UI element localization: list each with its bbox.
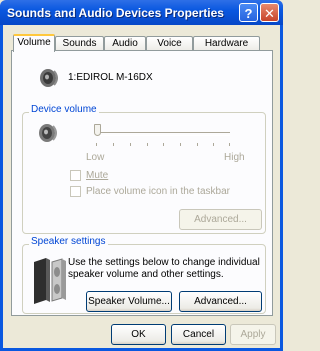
title-bar[interactable]: Sounds and Audio Devices Properties ? ✕ xyxy=(0,0,283,25)
device-name: 1:EDIROL M-16DX xyxy=(68,72,153,83)
ok-button[interactable]: OK xyxy=(111,324,166,345)
help-button[interactable]: ? xyxy=(239,3,258,22)
volume-slider-thumb[interactable] xyxy=(94,124,101,136)
speaker-advanced-button[interactable]: Advanced... xyxy=(179,291,262,312)
mute-label: Mute xyxy=(86,170,109,181)
mute-checkbox[interactable] xyxy=(70,170,81,181)
speaker-settings-label: Speaker settings xyxy=(29,236,108,247)
speaker-settings-description: Use the settings below to change individ… xyxy=(68,257,260,280)
tab-voice[interactable]: Voice xyxy=(146,36,193,51)
slider-tick xyxy=(147,143,148,146)
speakers-icon xyxy=(34,258,66,304)
slider-tick xyxy=(197,143,198,146)
slider-tick xyxy=(163,143,164,146)
close-button[interactable]: ✕ xyxy=(260,3,279,22)
device-volume-label: Device volume xyxy=(29,104,99,115)
volume-slider-track[interactable] xyxy=(96,132,230,136)
tab-audio[interactable]: Audio xyxy=(104,36,146,51)
speaker-icon xyxy=(40,69,58,87)
slider-tick xyxy=(113,143,114,146)
taskbar-icon-label: Place volume icon in the taskbar xyxy=(86,186,230,197)
speaker-volume-button[interactable]: Speaker Volume... xyxy=(86,291,172,312)
slider-tick xyxy=(213,143,214,146)
tab-hardware[interactable]: Hardware xyxy=(193,36,260,51)
volume-high-label: High xyxy=(224,152,245,163)
device-advanced-button[interactable]: Advanced... xyxy=(179,209,262,230)
tab-volume[interactable]: Volume xyxy=(13,34,55,52)
slider-tick xyxy=(96,143,97,146)
window-title: Sounds and Audio Devices Properties xyxy=(7,6,224,20)
volume-speaker-icon xyxy=(39,124,57,142)
cancel-button[interactable]: Cancel xyxy=(171,324,226,345)
slider-tick xyxy=(229,143,230,146)
taskbar-icon-checkbox[interactable] xyxy=(70,186,81,197)
volume-low-label: Low xyxy=(86,152,105,163)
tab-sounds[interactable]: Sounds xyxy=(55,36,104,51)
apply-button[interactable]: Apply xyxy=(230,324,276,345)
slider-tick xyxy=(180,143,181,146)
slider-tick xyxy=(130,143,131,146)
